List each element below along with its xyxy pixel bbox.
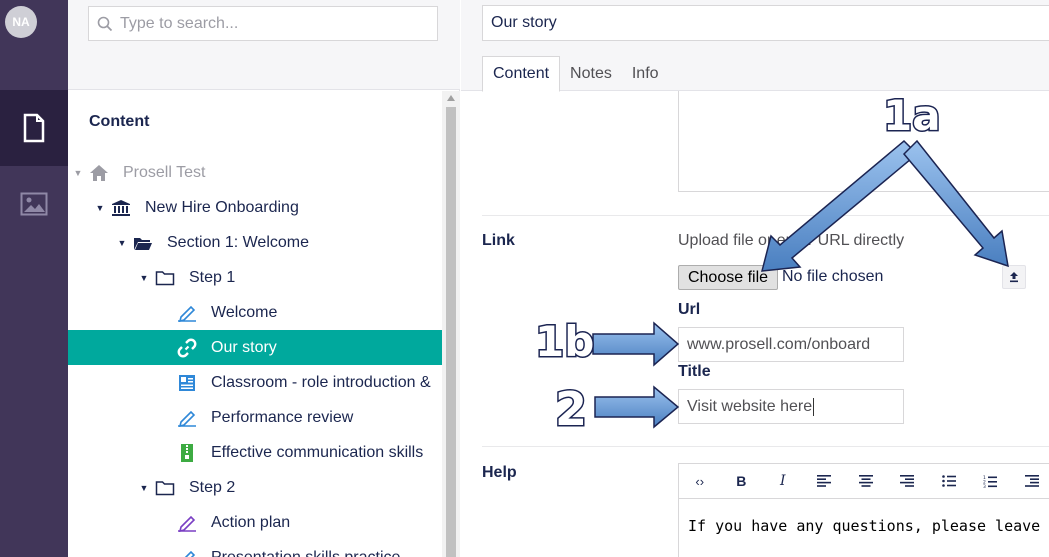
zip-icon bbox=[177, 443, 197, 463]
url-value: www.prosell.com/onboard bbox=[687, 335, 871, 353]
choose-file-button[interactable]: Choose file bbox=[678, 265, 778, 290]
media-section-button[interactable] bbox=[0, 166, 68, 242]
search-input[interactable]: Type to search... bbox=[88, 6, 438, 41]
no-file-chosen-text: No file chosen bbox=[782, 268, 884, 285]
rich-text-toolbar: ‹› B I 123 bbox=[678, 463, 1049, 499]
edit-icon bbox=[177, 548, 197, 557]
url-label: Url bbox=[678, 301, 701, 318]
text-cursor bbox=[813, 397, 815, 416]
editor-panel: Our story Content Notes Info Link Upload… bbox=[461, 0, 1049, 557]
tree-node-welcome[interactable]: Welcome bbox=[68, 295, 442, 330]
editor-header: Our story Content Notes Info bbox=[461, 0, 1049, 92]
upload-button[interactable] bbox=[1002, 265, 1026, 289]
tree-node-label: Classroom - role introduction & bbox=[211, 373, 431, 391]
avatar[interactable]: NA bbox=[5, 6, 37, 38]
tree-node-action-plan[interactable]: Action plan bbox=[68, 505, 442, 540]
content-section-button[interactable] bbox=[0, 90, 68, 166]
folder-open-icon bbox=[133, 233, 153, 253]
upload-icon bbox=[1010, 272, 1018, 283]
caret-down-icon[interactable]: ▼ bbox=[73, 168, 83, 178]
tree-node-label: Step 2 bbox=[189, 478, 236, 496]
scroll-up-icon[interactable] bbox=[447, 95, 455, 101]
tab-info[interactable]: Info bbox=[622, 56, 669, 91]
tree-node-label: Effective communication skills bbox=[211, 443, 424, 461]
bullet-list-icon[interactable] bbox=[928, 464, 970, 498]
newspaper-icon bbox=[177, 373, 197, 393]
help-rich-text-editor[interactable]: If you have any questions, please leave … bbox=[678, 499, 1049, 557]
tree-node-label: Action plan bbox=[211, 513, 291, 531]
link-icon bbox=[177, 338, 197, 358]
editor-tabs: Content Notes Info bbox=[482, 56, 669, 92]
image-icon bbox=[20, 192, 48, 216]
edit-icon bbox=[177, 408, 197, 428]
edit-icon bbox=[177, 303, 197, 323]
link-label: Link bbox=[482, 232, 515, 249]
edit-icon bbox=[177, 513, 197, 533]
tree-node-effective-communication[interactable]: Effective communication skills bbox=[68, 435, 442, 470]
bank-icon bbox=[111, 198, 131, 218]
tree-node-label: Section 1: Welcome bbox=[167, 233, 309, 251]
caret-down-icon[interactable]: ▼ bbox=[117, 238, 127, 248]
tree-node-classroom[interactable]: Classroom - role introduction & bbox=[68, 365, 442, 400]
tree-node-presentation-skills[interactable]: Presentation skills practice bbox=[68, 540, 442, 557]
align-left-icon[interactable] bbox=[804, 464, 846, 498]
url-input[interactable]: www.prosell.com/onboard bbox=[678, 327, 904, 362]
folder-icon bbox=[155, 268, 175, 288]
tree-heading: Content bbox=[89, 113, 150, 130]
tree-node-our-story[interactable]: Our story bbox=[68, 330, 442, 365]
title-value: Visit website here bbox=[687, 397, 813, 415]
tree-node-step-2[interactable]: ▼ Step 2 bbox=[68, 470, 442, 505]
previous-field-textarea[interactable] bbox=[678, 91, 1049, 192]
tree-node-label: Our story bbox=[211, 338, 277, 356]
code-icon[interactable]: ‹› bbox=[679, 464, 721, 498]
numbered-list-icon[interactable]: 123 bbox=[970, 464, 1012, 498]
tree-node-prosell-test[interactable]: ▼ Prosell Test bbox=[68, 155, 442, 190]
caret-down-icon[interactable]: ▼ bbox=[139, 483, 149, 493]
folder-icon bbox=[155, 478, 175, 498]
tree-node-label: Welcome bbox=[211, 303, 278, 321]
title-label: Title bbox=[678, 363, 711, 380]
app-rail: NA bbox=[0, 0, 68, 557]
italic-icon[interactable]: I bbox=[762, 464, 804, 498]
tree-node-step-1[interactable]: ▼ Step 1 bbox=[68, 260, 442, 295]
tree-node-label: Step 1 bbox=[189, 268, 236, 286]
document-icon bbox=[23, 113, 45, 143]
tree-node-new-hire-onboarding[interactable]: ▼ New Hire Onboarding bbox=[68, 190, 442, 225]
align-right-icon[interactable] bbox=[887, 464, 929, 498]
tab-content[interactable]: Content bbox=[482, 56, 561, 92]
title-input[interactable]: Visit website here bbox=[678, 389, 904, 424]
home-icon bbox=[89, 163, 109, 183]
indent-icon[interactable] bbox=[1011, 464, 1049, 498]
divider bbox=[482, 446, 1049, 447]
bold-icon[interactable]: B bbox=[721, 464, 763, 498]
content-tree: ▼ Prosell Test ▼ New Hire Onboarding ▼ S… bbox=[68, 155, 442, 557]
search-placeholder: Type to search... bbox=[120, 14, 239, 32]
svg-text:3: 3 bbox=[983, 484, 986, 488]
tree-node-label: New Hire Onboarding bbox=[145, 198, 299, 216]
tree-node-label: Presentation skills practice bbox=[211, 548, 401, 557]
content-tree-panel: Type to search... Content ▼ Prosell Test… bbox=[68, 0, 460, 557]
tree-node-section-1[interactable]: ▼ Section 1: Welcome bbox=[68, 225, 442, 260]
tree-node-label: Performance review bbox=[211, 408, 354, 426]
search-icon bbox=[97, 16, 113, 31]
search-area: Type to search... bbox=[68, 0, 460, 90]
tree-node-label: Prosell Test bbox=[123, 163, 206, 181]
caret-down-icon[interactable]: ▼ bbox=[95, 203, 105, 213]
align-center-icon[interactable] bbox=[845, 464, 887, 498]
node-title-input[interactable]: Our story bbox=[482, 5, 1049, 41]
tab-notes[interactable]: Notes bbox=[560, 56, 622, 91]
scroll-thumb[interactable] bbox=[446, 107, 456, 557]
link-help-text: Upload file or enter URL directly bbox=[678, 232, 905, 249]
caret-down-icon[interactable]: ▼ bbox=[139, 273, 149, 283]
tree-node-performance-review[interactable]: Performance review bbox=[68, 400, 442, 435]
tree-scrollbar[interactable] bbox=[442, 91, 460, 557]
help-label: Help bbox=[482, 464, 517, 481]
divider bbox=[482, 215, 1049, 216]
